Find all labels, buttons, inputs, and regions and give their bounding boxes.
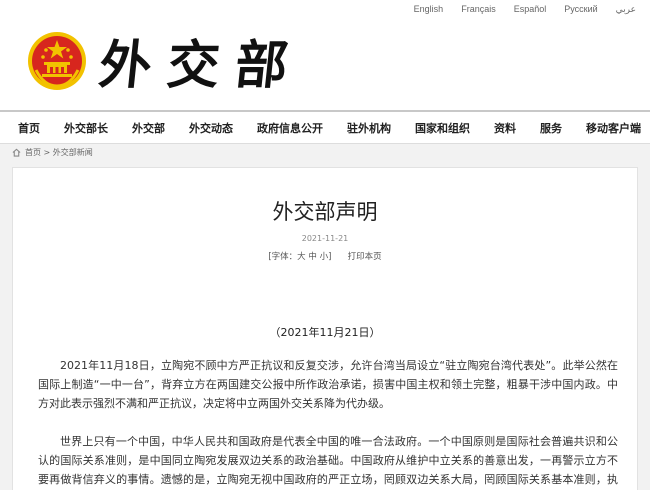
print-button[interactable]: 打印本页 [348, 252, 382, 262]
nav-resources[interactable]: 资料 [494, 120, 516, 136]
font-medium-button[interactable]: 中 [308, 252, 317, 262]
nav-services[interactable]: 服务 [540, 120, 562, 136]
nav-countries[interactable]: 国家和组织 [415, 120, 470, 136]
font-size-close: ] [328, 252, 332, 262]
article-paragraph: 2021年11月18日，立陶宛不顾中方严正抗议和反复交涉，允许台湾当局设立“驻立… [38, 359, 618, 410]
article-subtitle: （2021年11月21日） [269, 326, 381, 339]
logo-char: 交 [164, 34, 225, 96]
nav-home[interactable]: 首页 [18, 120, 40, 136]
ministry-logo-calligraphy[interactable]: 外 交 部 [96, 20, 292, 100]
logo-char: 部 [232, 34, 293, 96]
nav-news[interactable]: 外交动态 [189, 120, 233, 136]
national-emblem-icon[interactable] [26, 30, 88, 92]
article: 外交部声明 2021-11-21 [字体：大 中 小] 打印本页 （2021年1… [12, 167, 638, 490]
article-tools: [字体：大 中 小] 打印本页 [13, 250, 637, 262]
breadcrumb-section[interactable]: 外交部新闻 [53, 147, 93, 158]
lang-french[interactable]: Français [461, 4, 496, 15]
logo-char: 外 [96, 34, 157, 96]
breadcrumb-separator: > [41, 147, 53, 157]
nav-ministry[interactable]: 外交部 [132, 120, 165, 136]
nav-mobile[interactable]: 移动客户端 [586, 120, 641, 136]
article-paragraph: 世界上只有一个中国，中华人民共和国政府是代表全中国的唯一合法政府。一个中国原则是… [38, 435, 618, 486]
language-bar: English Français Español Русский عربي [414, 4, 636, 15]
lang-russian[interactable]: Русский [564, 4, 597, 15]
nav-minister[interactable]: 外交部长 [64, 120, 108, 136]
font-small-button[interactable]: 小 [320, 252, 329, 262]
article-title: 外交部声明 [272, 200, 378, 224]
lang-arabic[interactable]: عربي [616, 4, 636, 15]
nav-gov-info[interactable]: 政府信息公开 [257, 120, 323, 136]
main-nav: 首页 外交部长 外交部 外交动态 政府信息公开 驻外机构 国家和组织 资料 服务… [0, 110, 650, 144]
font-size-label: [字体： [268, 252, 298, 262]
header: English Français Español Русский عربي 外 … [0, 0, 650, 110]
nav-missions[interactable]: 驻外机构 [347, 120, 391, 136]
breadcrumb-home[interactable]: 首页 [25, 147, 41, 158]
font-large-button[interactable]: 大 [297, 252, 306, 262]
lang-spanish[interactable]: Español [514, 4, 547, 15]
home-icon [12, 148, 21, 157]
lang-english[interactable]: English [414, 4, 444, 15]
article-date: 2021-11-21 [301, 234, 349, 243]
breadcrumb: 首页 > 外交部新闻 [12, 145, 93, 159]
